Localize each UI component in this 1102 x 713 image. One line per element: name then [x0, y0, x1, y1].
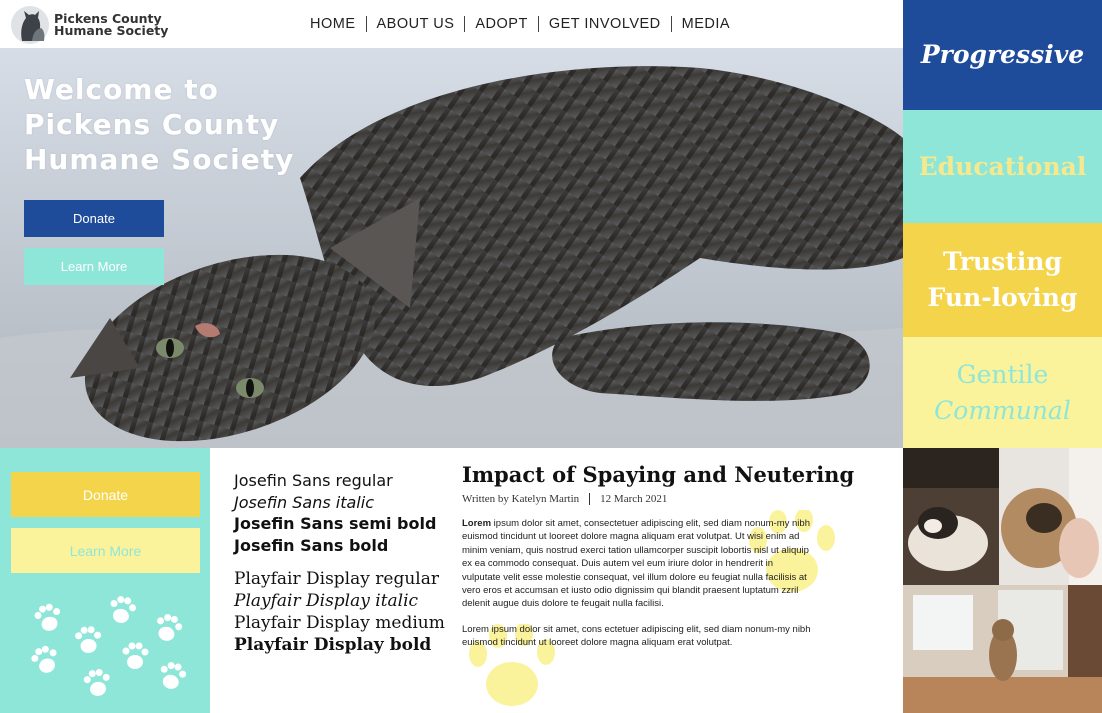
cat-dog-logo-icon	[11, 6, 49, 44]
hero-title: Welcome to Pickens County Humane Society	[24, 72, 324, 177]
brand-word-label: Gentile	[956, 359, 1049, 389]
brand-word-gentile: Gentile Communal	[903, 337, 1102, 448]
site-header: Pickens County Humane Society HOME ABOUT…	[0, 0, 903, 48]
hero-donate-button[interactable]: Donate	[24, 200, 164, 237]
site-logo[interactable]: Pickens County Humane Society	[10, 5, 168, 45]
paragraph-body: ipsum dolor sit amet, consectetuer adipi…	[462, 518, 810, 610]
panel-learn-more-button[interactable]: Learn More	[11, 528, 200, 573]
article-paragraph: Lorem ipsum dolor sit amet, consectetuer…	[462, 517, 812, 611]
nav-get-involved[interactable]: GET INVOLVED	[539, 16, 671, 32]
article: Impact of Spaying and Neutering Written …	[462, 462, 855, 706]
nav-adopt[interactable]: ADOPT	[465, 16, 537, 32]
brand-word-educational: Educational	[903, 110, 1102, 223]
brand-word-label: Progressive	[920, 40, 1085, 69]
brand-word-label: Trusting	[943, 247, 1062, 276]
main-nav: HOME ABOUT US ADOPT GET INVOLVED MEDIA	[300, 16, 740, 32]
cat-image-icon	[903, 585, 1102, 713]
article-author: Written by Katelyn Martin	[462, 493, 580, 505]
hero-learn-more-button[interactable]: Learn More	[24, 248, 164, 285]
hero-banner: Welcome to Pickens County Humane Society…	[0, 48, 903, 448]
specimen-sans-regular: Josefin Sans regular	[234, 471, 393, 490]
paragraph-lead: Lorem	[462, 518, 492, 529]
brand-word-label: Fun-loving	[927, 283, 1078, 312]
specimen-sans-semibold: Josefin Sans semi bold	[234, 514, 437, 533]
specimen-serif-regular: Playfair Display regular	[234, 569, 439, 589]
specimen-serif-medium: Playfair Display medium	[234, 613, 445, 633]
hero-title-line: Pickens County	[24, 108, 280, 141]
specimen-serif-bold: Playfair Display bold	[234, 635, 432, 655]
typography-specimens: Josefin Sans regular Josefin Sans italic…	[234, 470, 454, 656]
brand-word-label: Educational	[918, 151, 1087, 181]
logo-line-2: Humane Society	[54, 23, 169, 38]
hero-title-line: Humane Society	[24, 143, 295, 176]
paw-prints-icon	[31, 596, 187, 696]
article-date: 12 March 2021	[600, 493, 668, 505]
nav-about-us[interactable]: ABOUT US	[367, 16, 465, 32]
panel-donate-button[interactable]: Donate	[11, 472, 200, 517]
dog-image-icon	[903, 448, 999, 585]
dogs-photo	[903, 448, 999, 585]
hero-title-line: Welcome to	[24, 73, 219, 106]
brand-word-progressive: Progressive	[903, 0, 1102, 110]
nav-media[interactable]: MEDIA	[672, 16, 740, 32]
left-panel: Donate Learn More	[0, 448, 210, 713]
brand-word-trusting: Trusting Fun-loving	[903, 223, 1102, 337]
kitchen-cat-photo	[903, 585, 1102, 713]
specimen-sans-bold: Josefin Sans bold	[234, 535, 389, 555]
article-paragraph: Lorem ipsum dolor sit amet, cons ectetue…	[462, 623, 811, 649]
pug-image-icon	[999, 448, 1102, 585]
specimen-sans-italic: Josefin Sans italic	[234, 492, 374, 512]
brand-word-label: Communal	[934, 395, 1071, 425]
article-title: Impact of Spaying and Neutering	[462, 462, 855, 487]
specimen-serif-italic: Playfair Display italic	[234, 591, 419, 611]
article-byline: Written by Katelyn Martin 12 March 2021	[462, 493, 812, 505]
byline-divider	[589, 493, 591, 505]
photo-collage	[903, 448, 1102, 713]
nav-home[interactable]: HOME	[300, 16, 366, 32]
pug-photo	[999, 448, 1102, 585]
